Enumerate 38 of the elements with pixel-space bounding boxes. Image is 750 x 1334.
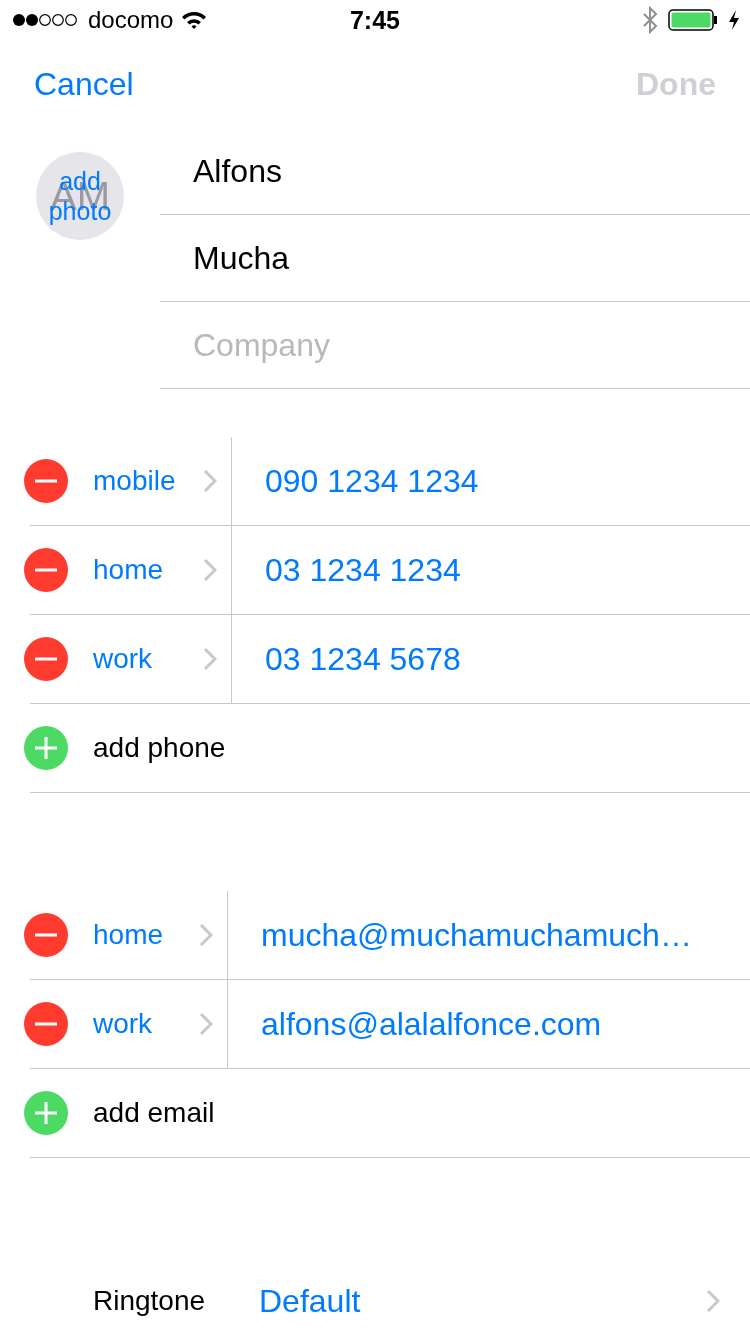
chevron-icon — [203, 558, 217, 582]
remove-icon[interactable] — [24, 637, 68, 681]
field-value[interactable]: 03 1234 5678 — [232, 640, 461, 678]
name-field[interactable]: Mucha — [160, 215, 750, 302]
field-value[interactable]: 03 1234 1234 — [232, 551, 461, 589]
add-field-label[interactable]: add email — [68, 1097, 215, 1129]
ringtone-label: Ringtone — [93, 1285, 207, 1317]
remove-icon[interactable] — [24, 913, 68, 957]
chevron-icon — [199, 1012, 213, 1036]
name-field[interactable]: Company — [160, 302, 750, 389]
field-value[interactable]: alfons@alalalfonce.com — [228, 1005, 602, 1043]
remove-icon[interactable] — [24, 1002, 68, 1046]
chevron-icon — [203, 647, 217, 671]
bluetooth-icon — [642, 6, 658, 34]
field-value[interactable]: mucha@muchamuchamuch… — [228, 916, 692, 954]
battery-icon — [668, 9, 718, 31]
remove-icon[interactable] — [24, 459, 68, 503]
field-label[interactable]: mobile — [93, 465, 176, 497]
charging-icon — [728, 9, 740, 31]
field-label[interactable]: work — [93, 1008, 153, 1040]
field-label[interactable]: home — [93, 919, 164, 951]
name-field[interactable]: Alfons — [160, 128, 750, 215]
carrier-name: docomo — [88, 6, 174, 34]
add-icon[interactable] — [24, 726, 68, 770]
field-label[interactable]: home — [93, 554, 164, 586]
chevron-icon — [199, 923, 213, 947]
add-field-label[interactable]: add phone — [68, 732, 226, 764]
ringtone-value[interactable]: Default — [259, 1282, 706, 1320]
remove-icon[interactable] — [24, 548, 68, 592]
wifi-icon — [181, 10, 208, 30]
cancel-button[interactable]: Cancel — [32, 63, 136, 105]
field-label[interactable]: work — [93, 643, 153, 675]
signal-icon — [12, 13, 80, 27]
chevron-icon — [706, 1289, 720, 1313]
chevron-icon — [203, 469, 217, 493]
add-icon[interactable] — [24, 1091, 68, 1135]
clock-time: 7:45 — [348, 5, 401, 35]
field-value[interactable]: 090 1234 1234 — [232, 462, 479, 500]
